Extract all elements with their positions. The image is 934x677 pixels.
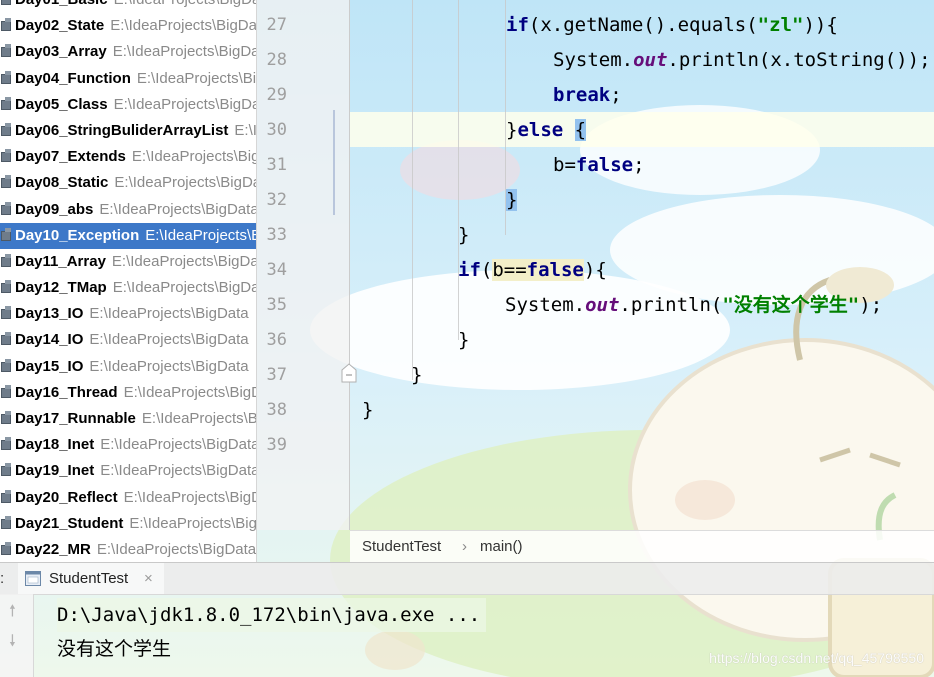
line-number: 28	[266, 50, 287, 70]
module-folder-icon	[1, 306, 11, 320]
code-editor[interactable]: 27 28 29 30 31 32 33 34 35 36 37 38 39 i…	[257, 0, 934, 563]
breadcrumb: StudentTest › main()	[350, 530, 934, 563]
module-folder-icon	[1, 70, 11, 84]
editor-gutter[interactable]: 27 28 29 30 31 32 33 34 35 36 37 38 39	[257, 0, 357, 530]
module-folder-icon	[1, 280, 11, 294]
tree-item-day03[interactable]: Day03_ArrayE:\IdeaProjects\BigData	[0, 39, 256, 65]
code-line-35: System.out.println("没有这个学生");	[505, 294, 883, 316]
tree-item-day05[interactable]: Day05_ClassE:\IdeaProjects\BigData	[0, 92, 256, 118]
tree-item-day08[interactable]: Day08_StaticE:\IdeaProjects\BigData	[0, 170, 256, 196]
tree-item-day06[interactable]: Day06_StringBuliderArrayListE:\IdeaProje…	[0, 118, 256, 144]
tab-label: StudentTest	[49, 570, 129, 587]
module-folder-icon	[1, 411, 11, 424]
module-folder-icon	[1, 489, 11, 503]
line-number: 36	[266, 330, 287, 350]
tab-student-test[interactable]: StudentTest ×	[18, 563, 164, 594]
code-line-29: break;	[553, 84, 622, 106]
project-tree: Day01_BasicE:\IdeaProjects\BigData Day02…	[0, 0, 257, 563]
line-number: 31	[266, 155, 287, 175]
tree-item-day04[interactable]: Day04_FunctionE:\IdeaProjects\BigData	[0, 66, 256, 92]
module-folder-icon	[1, 253, 11, 267]
tree-item-day22[interactable]: Day22_MR E:\IdeaProjects\BigData	[0, 537, 256, 563]
line-number: 37	[266, 365, 287, 385]
application-icon	[25, 571, 41, 586]
module-folder-icon	[1, 227, 11, 241]
tree-item-day21[interactable]: Day21_StudentE:\IdeaProjects\BigData	[0, 511, 256, 537]
code-line-38: }	[362, 399, 374, 421]
down-arrow-icon[interactable]: 🠗	[9, 630, 16, 657]
tree-item-day01[interactable]: Day01_BasicE:\IdeaProjects\BigData	[0, 0, 256, 13]
line-number: 27	[266, 15, 287, 35]
code-line-34: if(b==false){	[458, 259, 607, 281]
tree-item-day17[interactable]: Day17_RunnableE:\IdeaProjects\BigData	[0, 406, 256, 432]
module-folder-icon	[1, 122, 11, 136]
module-folder-icon	[1, 201, 11, 215]
run-label: :	[0, 570, 5, 587]
run-toolbar: 🠕 🠗	[0, 594, 34, 677]
breadcrumb-method[interactable]: main()	[480, 531, 523, 563]
tree-item-day11[interactable]: Day11_Array E:\IdeaProjects\BigData	[0, 249, 256, 275]
indent-guide	[458, 0, 459, 340]
module-folder-icon	[1, 384, 11, 398]
line-number: 38	[266, 400, 287, 420]
line-number: 29	[266, 85, 287, 105]
up-arrow-icon[interactable]: 🠕	[9, 600, 16, 627]
line-number: 35	[266, 295, 287, 315]
module-folder-icon	[1, 0, 11, 5]
close-icon[interactable]: ×	[144, 563, 153, 594]
matched-brace: {	[574, 119, 587, 141]
code-line-36: }	[458, 329, 470, 351]
module-folder-icon	[1, 149, 11, 163]
change-marker[interactable]	[333, 110, 335, 215]
module-folder-icon	[1, 18, 11, 32]
code-area[interactable]: if(x.getName().equals("zl")){ System.out…	[350, 0, 934, 530]
tree-item-day16[interactable]: Day16_ThreadE:\IdeaProjects\BigData	[0, 380, 256, 406]
code-line-31: b=false;	[553, 154, 645, 176]
caret-row-highlight	[350, 112, 934, 147]
code-line-33: }	[458, 224, 470, 246]
code-line-28: System.out.println(x.toString());	[553, 49, 931, 71]
tree-item-day13[interactable]: Day13_IO E:\IdeaProjects\BigData	[0, 301, 256, 327]
line-number: 30	[266, 120, 287, 140]
line-number: 34	[266, 260, 287, 280]
module-folder-icon	[1, 541, 11, 555]
module-folder-icon	[1, 175, 11, 189]
code-line-32: }	[506, 183, 518, 218]
module-folder-icon	[1, 515, 11, 529]
line-number: 39	[266, 435, 287, 455]
code-line-27: if(x.getName().equals("zl")){	[506, 14, 838, 36]
tree-item-day02[interactable]: Day02_State E:\IdeaProjects\BigData	[0, 13, 256, 39]
console-output-line: 没有这个学生	[57, 638, 172, 660]
line-number: 33	[266, 225, 287, 245]
breadcrumb-separator: ›	[462, 538, 467, 555]
module-folder-icon	[1, 44, 11, 58]
tree-item-day15[interactable]: Day15_IO E:\IdeaProjects\BigData	[0, 354, 256, 380]
code-line-30: }else {	[506, 119, 587, 141]
module-folder-icon	[1, 96, 11, 110]
tree-item-day10[interactable]: Day10_ExceptionE:\IdeaProjects\BigData	[0, 222, 256, 249]
module-folder-icon	[1, 332, 11, 346]
line-number: 32	[266, 190, 287, 210]
module-folder-icon	[1, 358, 11, 372]
module-folder-icon	[1, 437, 11, 451]
code-line-37: }	[411, 364, 423, 386]
run-tab-bar: : StudentTest ×	[0, 562, 934, 595]
tree-item-day07[interactable]: Day07_ExtendsE:\IdeaProjects\BigData	[0, 144, 256, 170]
watermark: https://blog.csdn.net/qq_45798550	[709, 650, 924, 666]
matched-brace: }	[506, 189, 518, 211]
tree-item-day09[interactable]: Day09_abs E:\IdeaProjects\BigData	[0, 197, 256, 223]
console-command-line: D:\Java\jdk1.8.0_172\bin\java.exe ...	[57, 598, 487, 632]
tree-item-day14[interactable]: Day14_IO E:\IdeaProjects\BigData	[0, 327, 256, 353]
indent-guide	[412, 0, 413, 380]
tree-item-day20[interactable]: Day20_ReflectE:\IdeaProjects\BigData	[0, 485, 256, 511]
tree-item-day19[interactable]: Day19_Inet E:\IdeaProjects\BigData	[0, 458, 256, 484]
tree-item-day12[interactable]: Day12_TMapE:\IdeaProjects\BigData	[0, 275, 256, 301]
tree-item-day18[interactable]: Day18_Inet E:\IdeaProjects\BigData	[0, 432, 256, 458]
module-folder-icon	[1, 463, 11, 477]
breadcrumb-class[interactable]: StudentTest	[362, 531, 441, 563]
